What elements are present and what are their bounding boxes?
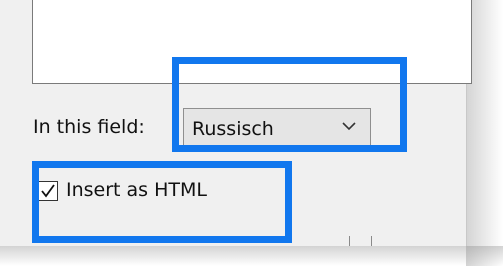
divider-line — [349, 236, 350, 246]
field-label: In this field: — [33, 116, 145, 138]
text-area[interactable] — [32, 0, 472, 84]
dialog-panel: In this field: Russisch Insert as HTML — [0, 0, 472, 246]
language-select[interactable]: Russisch — [183, 108, 371, 150]
checkmark-icon — [41, 184, 55, 198]
language-select-value: Russisch — [192, 118, 274, 140]
insert-html-label[interactable]: Insert as HTML — [66, 179, 207, 201]
window-shadow-bottom — [0, 246, 503, 266]
chevron-down-icon — [342, 118, 356, 132]
divider-line — [371, 236, 372, 246]
insert-html-checkbox[interactable] — [38, 181, 58, 201]
screenshot-canvas: In this field: Russisch Insert as HTML — [0, 0, 503, 266]
